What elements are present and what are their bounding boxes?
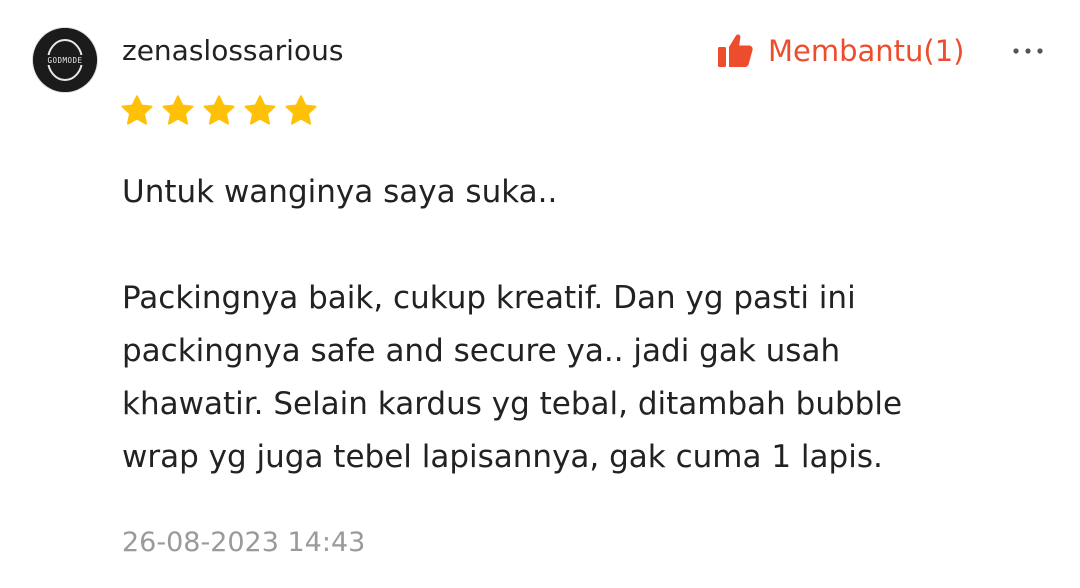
review-comment: Untuk wanginya saya suka.. Packingnya bai… bbox=[122, 166, 1012, 484]
avatar[interactable]: GODMODE bbox=[33, 28, 97, 92]
star-icon bbox=[121, 95, 153, 125]
rating-stars bbox=[120, 94, 325, 130]
star-icon bbox=[244, 95, 276, 125]
username[interactable]: zenaslossarious bbox=[122, 32, 343, 70]
avatar-logo-icon: GODMODE bbox=[33, 28, 97, 92]
star-icon bbox=[162, 95, 194, 125]
comment-line: Packingnya baik, cukup kreatif. Dan yg p… bbox=[122, 280, 856, 316]
star-icon bbox=[285, 95, 317, 125]
review-date: 26-08-2023 14:43 bbox=[122, 527, 366, 558]
star-icon bbox=[203, 95, 235, 125]
helpful-label: Membantu(1) bbox=[768, 34, 965, 68]
helpful-button[interactable]: Membantu(1) bbox=[716, 30, 965, 72]
more-options-button[interactable] bbox=[1008, 34, 1048, 68]
avatar-text: GODMODE bbox=[47, 56, 82, 65]
more-dots-icon bbox=[1013, 48, 1043, 54]
comment-line: khawatir. Selain kardus yg tebal, ditamb… bbox=[122, 386, 903, 422]
comment-line: packingnya safe and secure ya.. jadi gak… bbox=[122, 333, 841, 369]
comment-line: wrap yg juga tebel lapisannya, gak cuma … bbox=[122, 439, 883, 475]
thumbs-up-icon bbox=[718, 34, 753, 67]
comment-line bbox=[122, 219, 1012, 272]
comment-line: Untuk wanginya saya suka.. bbox=[122, 174, 558, 210]
